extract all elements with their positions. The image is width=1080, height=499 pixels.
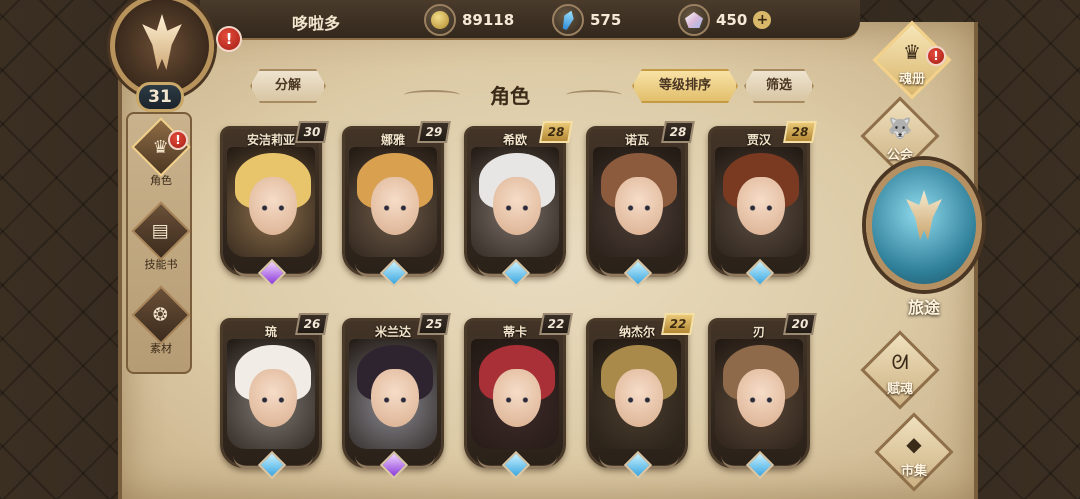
character-level-badge: 28 bbox=[783, 121, 817, 143]
filter-button[interactable]: 筛选 bbox=[744, 69, 814, 103]
character-card[interactable]: 琉 26 bbox=[220, 313, 329, 480]
character-card[interactable]: 蒂卡 22 bbox=[464, 313, 573, 480]
book-icon: ▤ bbox=[131, 201, 191, 261]
soulbook-alert-icon: ! bbox=[926, 46, 946, 66]
character-level-badge: 22 bbox=[661, 313, 695, 335]
character-level-badge: 20 bbox=[783, 313, 817, 335]
soul-infuse-button[interactable]: ᘛ 赋魂 bbox=[858, 330, 942, 410]
character-card[interactable]: 希欧 28 bbox=[464, 121, 573, 288]
add-gem-button[interactable]: + bbox=[753, 11, 772, 29]
character-card[interactable]: 诺瓦 28 bbox=[586, 121, 695, 288]
page-title: 角色 bbox=[490, 84, 530, 108]
character-card[interactable]: 米兰达 25 bbox=[342, 313, 451, 480]
coin-counter: 89118 bbox=[424, 4, 515, 36]
character-portrait bbox=[471, 147, 559, 257]
sidebar-item-materials[interactable]: ❂ 素材 bbox=[128, 285, 194, 358]
character-portrait bbox=[715, 147, 803, 257]
sort-by-level-button[interactable]: 等级排序 bbox=[632, 69, 738, 103]
character-portrait bbox=[227, 339, 315, 449]
market-button[interactable]: ◆ 市集 bbox=[872, 412, 956, 492]
gem-icon bbox=[678, 4, 710, 36]
coin-amount: 89118 bbox=[462, 11, 515, 29]
character-level-badge: 25 bbox=[417, 313, 451, 335]
character-level-badge: 28 bbox=[661, 121, 695, 143]
character-portrait bbox=[715, 339, 803, 449]
character-portrait bbox=[593, 339, 681, 449]
beast-icon: ❂ bbox=[131, 285, 191, 345]
soulbook-label: 魂册 bbox=[898, 72, 925, 87]
sidebar-item-characters[interactable]: ♛ 角色 bbox=[128, 117, 194, 190]
crystal-amount: 575 bbox=[590, 11, 622, 29]
character-portrait bbox=[349, 339, 437, 449]
character-portrait bbox=[593, 147, 681, 257]
market-label: 市集 bbox=[900, 464, 927, 479]
character-level-badge: 28 bbox=[539, 121, 573, 143]
character-portrait bbox=[349, 147, 437, 257]
gem-counter: 450 + bbox=[678, 4, 772, 36]
coin-icon bbox=[424, 4, 456, 36]
wolf-icon: 🐺 bbox=[887, 116, 913, 140]
character-card[interactable]: 纳杰尔 22 bbox=[586, 313, 695, 480]
character-level-badge: 30 bbox=[295, 121, 329, 143]
journey-button[interactable]: 旅途 bbox=[866, 160, 982, 320]
player-name: 哆啦多 bbox=[292, 14, 341, 33]
emblem-alert-icon: ! bbox=[216, 26, 242, 52]
journey-label: 旅途 bbox=[907, 298, 940, 317]
character-portrait bbox=[471, 339, 559, 449]
left-sidebar: ♛ 角色 ▤ 技能书 ❂ 素材 bbox=[126, 112, 192, 374]
character-level-badge: 29 bbox=[417, 121, 451, 143]
soul-infuse-label: 赋魂 bbox=[886, 382, 913, 397]
crystal-icon bbox=[552, 4, 584, 36]
flame-icon: ᘛ bbox=[891, 350, 909, 374]
character-card[interactable]: 娜雅 29 bbox=[342, 121, 451, 288]
characters-alert-icon: ! bbox=[168, 130, 188, 150]
gem-stack-icon: ◆ bbox=[906, 432, 922, 456]
sidebar-item-skillbook[interactable]: ▤ 技能书 bbox=[128, 201, 194, 274]
character-portrait bbox=[227, 147, 315, 257]
title-flourish-right bbox=[566, 90, 622, 100]
character-card[interactable]: 刃 20 bbox=[708, 313, 817, 480]
character-card[interactable]: 安洁莉亚 30 bbox=[220, 121, 329, 288]
player-level-badge: 31 bbox=[136, 82, 184, 112]
gem-amount: 450 bbox=[716, 11, 748, 29]
decompose-button[interactable]: 分解 bbox=[250, 69, 326, 103]
character-card[interactable]: 贾汉 28 bbox=[708, 121, 817, 288]
character-level-badge: 22 bbox=[539, 313, 573, 335]
crystal-counter: 575 bbox=[552, 4, 622, 36]
character-level-badge: 26 bbox=[295, 313, 329, 335]
